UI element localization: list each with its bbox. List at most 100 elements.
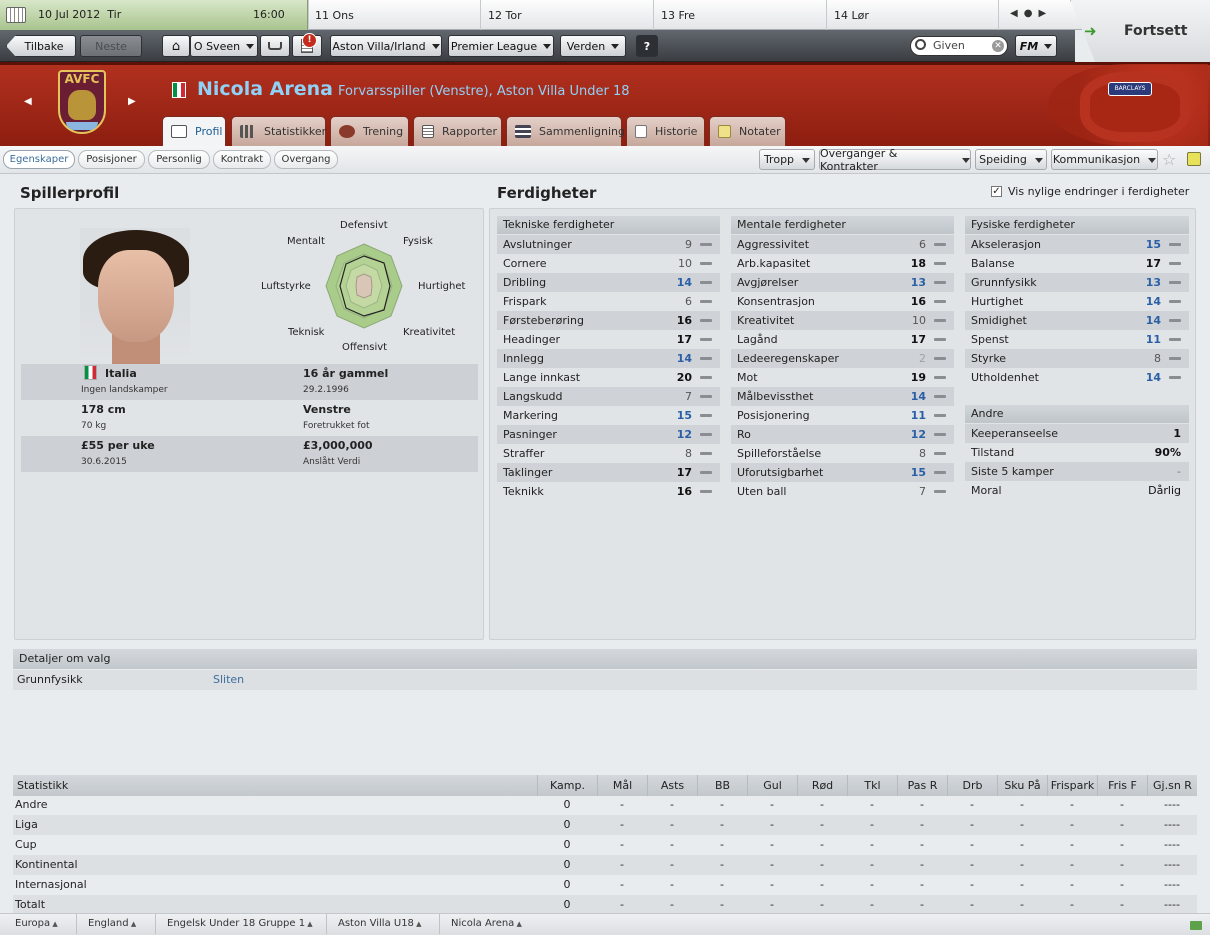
fm-menu[interactable]: FM	[1015, 35, 1057, 57]
calendar-day-3[interactable]: 13 Fre	[661, 9, 695, 22]
stats-row[interactable]: Cup 0- - - - - - - - - - - ----	[13, 835, 1197, 855]
help-button[interactable]: ?	[636, 35, 658, 57]
tab-notes[interactable]: Notater	[709, 116, 786, 146]
skill-row[interactable]: Styrke 8	[965, 349, 1189, 368]
tab-statistics[interactable]: Statistikker	[231, 116, 326, 146]
skill-row[interactable]: Pasninger 12	[497, 425, 720, 444]
subtab-transfer[interactable]: Overgang	[274, 150, 338, 169]
skill-row[interactable]: Kreativitet 10	[731, 311, 954, 330]
tab-training[interactable]: Trening	[330, 116, 409, 146]
forward-button[interactable]: Neste	[80, 35, 142, 57]
inbox-button[interactable]	[260, 35, 290, 57]
league-menu[interactable]: Premier League	[448, 35, 554, 57]
skill-row[interactable]: Mot 19	[731, 368, 954, 387]
tab-comparison[interactable]: Sammenligning	[506, 116, 625, 146]
world-menu[interactable]: Verden	[560, 35, 626, 57]
skill-row[interactable]: Avgjørelser 13	[731, 273, 954, 292]
stats-column-header[interactable]: Gul	[747, 775, 797, 796]
stats-column-header[interactable]: Tkl	[847, 775, 897, 796]
subtab-positions[interactable]: Posisjoner	[78, 150, 145, 169]
alert-badge[interactable]: !	[302, 33, 317, 48]
breadcrumb-item[interactable]: Europa	[15, 918, 58, 929]
skill-row[interactable]: Balanse 17	[965, 254, 1189, 273]
stats-row[interactable]: Kontinental 0- - - - - - - - - - - ----	[13, 855, 1197, 875]
calendar-icon[interactable]	[6, 7, 26, 23]
skill-row[interactable]: Lange innkast 20	[497, 368, 720, 387]
continue-label[interactable]: Fortsett	[1124, 23, 1187, 39]
home-button[interactable]: ⌂	[162, 35, 190, 57]
club-menu[interactable]: Aston Villa/Irland	[330, 35, 442, 57]
stats-column-header[interactable]: Rød	[797, 775, 847, 796]
star-icon[interactable]: ☆	[1162, 150, 1176, 169]
skill-row[interactable]: Straffer 8	[497, 444, 720, 463]
recent-changes-label[interactable]: Vis nylige endringer i ferdigheter	[1008, 185, 1189, 198]
next-icon[interactable]: ▶	[1038, 8, 1052, 19]
stats-column-header[interactable]: Asts	[647, 775, 697, 796]
skill-row[interactable]: Teknikk 16	[497, 482, 720, 501]
skill-row[interactable]: Tilstand 90%	[965, 443, 1189, 462]
calendar-day-4[interactable]: 14 Lør	[834, 9, 869, 22]
skill-row[interactable]: Ledeeregenskaper 2	[731, 349, 954, 368]
stats-row[interactable]: Andre 0- - - - - - - - - - - ----	[13, 795, 1197, 815]
skill-row[interactable]: Lagånd 17	[731, 330, 954, 349]
calendar-day-2[interactable]: 12 Tor	[488, 9, 522, 22]
stats-column-header[interactable]: Sku På	[997, 775, 1047, 796]
skill-row[interactable]: Dribling 14	[497, 273, 720, 292]
transfers-menu[interactable]: Overganger & Kontrakter	[819, 147, 971, 173]
skill-row[interactable]: Headinger 17	[497, 330, 720, 349]
skill-row[interactable]: Innlegg 14	[497, 349, 720, 368]
stats-column-header[interactable]: Kamp.	[537, 775, 597, 796]
stats-column-header[interactable]: Statistikk	[13, 775, 537, 796]
subtab-attributes[interactable]: Egenskaper	[3, 150, 75, 169]
calendar-day-1[interactable]: 11 Ons	[315, 9, 354, 22]
skill-row[interactable]: Grunnfysikk 13	[965, 273, 1189, 292]
skill-row[interactable]: Smidighet 14	[965, 311, 1189, 330]
skill-row[interactable]: Langskudd 7	[497, 387, 720, 406]
stats-column-header[interactable]: Fris F	[1097, 775, 1147, 796]
stats-column-header[interactable]: BB	[697, 775, 747, 796]
add-note-icon[interactable]	[1187, 152, 1201, 166]
skill-row[interactable]: Taklinger 17	[497, 463, 720, 482]
recent-changes-checkbox[interactable]: ✓	[991, 186, 1002, 197]
stats-row[interactable]: Totalt 0- - - - - - - - - - - ----	[13, 895, 1197, 915]
dot-icon[interactable]: ●	[1024, 8, 1039, 19]
skill-row[interactable]: Siste 5 kamper -	[965, 462, 1189, 481]
skill-row[interactable]: Frispark 6	[497, 292, 720, 311]
skill-row[interactable]: Spilleforståelse 8	[731, 444, 954, 463]
stats-column-header[interactable]: Gj.sn R	[1147, 775, 1197, 796]
skill-row[interactable]: Uforutsigbarhet 15	[731, 463, 954, 482]
breadcrumb-item[interactable]: England	[88, 918, 136, 929]
stats-row[interactable]: Internasjonal 0- - - - - - - - - - - ----	[13, 875, 1197, 895]
skill-row[interactable]: Cornere 10	[497, 254, 720, 273]
skill-row[interactable]: Spenst 11	[965, 330, 1189, 349]
skill-row[interactable]: Uten ball 7	[731, 482, 954, 501]
next-club-icon[interactable]: ▶	[128, 96, 136, 107]
stats-column-header[interactable]: Frispark	[1047, 775, 1097, 796]
skill-row[interactable]: Keeperanseelse 1	[965, 424, 1189, 443]
status-icon[interactable]	[1190, 921, 1202, 930]
scouting-menu[interactable]: Speiding	[975, 149, 1047, 170]
nationality[interactable]: Italia	[105, 367, 137, 380]
stats-row[interactable]: Liga 0- - - - - - - - - - - ----	[13, 815, 1197, 835]
skill-row[interactable]: Avslutninger 9	[497, 235, 720, 254]
squad-menu[interactable]: Tropp	[759, 149, 815, 170]
skill-row[interactable]: Konsentrasjon 16	[731, 292, 954, 311]
manager-menu[interactable]: O Sveen	[190, 35, 258, 57]
skill-row[interactable]: Målbevissthet 14	[731, 387, 954, 406]
prev-club-icon[interactable]: ◀	[24, 96, 32, 107]
tab-reports[interactable]: Rapporter	[413, 116, 502, 146]
skill-row[interactable]: Markering 15	[497, 406, 720, 425]
skill-row[interactable]: Moral Dårlig	[965, 481, 1189, 500]
skill-row[interactable]: Utholdenhet 14	[965, 368, 1189, 387]
stats-column-header[interactable]: Mål	[597, 775, 647, 796]
skill-row[interactable]: Aggressivitet 6	[731, 235, 954, 254]
breadcrumb-item[interactable]: Engelsk Under 18 Gruppe 1	[167, 918, 313, 929]
tab-profile[interactable]: Profil	[162, 116, 226, 146]
skill-row[interactable]: Ro 12	[731, 425, 954, 444]
skill-row[interactable]: Akselerasjon 15	[965, 235, 1189, 254]
skill-row[interactable]: Posisjonering 11	[731, 406, 954, 425]
breadcrumb-item[interactable]: Aston Villa U18	[338, 918, 422, 929]
subtab-personal[interactable]: Personlig	[148, 150, 210, 169]
stats-column-header[interactable]: Pas R	[897, 775, 947, 796]
subtab-contract[interactable]: Kontrakt	[213, 150, 271, 169]
